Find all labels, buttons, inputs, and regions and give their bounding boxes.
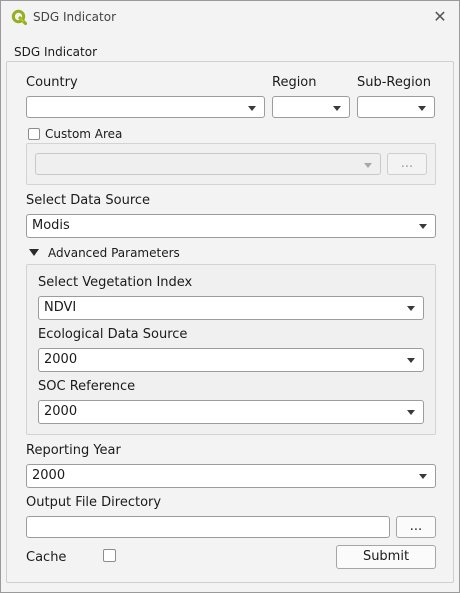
chevron-down-icon bbox=[419, 224, 427, 229]
group-title: SDG Indicator bbox=[14, 45, 97, 59]
output-directory-input[interactable] bbox=[26, 516, 390, 538]
expand-arrow-icon[interactable] bbox=[29, 249, 39, 256]
custom-area-checkbox[interactable] bbox=[28, 128, 40, 140]
subregion-combo[interactable] bbox=[357, 96, 435, 118]
qgis-logo-icon bbox=[11, 9, 27, 25]
soc-reference-label: SOC Reference bbox=[38, 379, 136, 394]
soc-reference-value: 2000 bbox=[44, 404, 78, 419]
vegetation-index-label: Select Vegetation Index bbox=[38, 275, 193, 290]
ecological-source-label: Ecological Data Source bbox=[38, 327, 188, 342]
data-source-combo[interactable]: Modis bbox=[26, 214, 436, 238]
data-source-value: Modis bbox=[32, 218, 70, 233]
close-button[interactable]: ✕ bbox=[429, 7, 451, 27]
reporting-year-value: 2000 bbox=[32, 468, 66, 483]
output-directory-browse-button[interactable]: ... bbox=[396, 516, 436, 538]
country-combo[interactable] bbox=[26, 96, 265, 118]
custom-area-browse-button[interactable]: ... bbox=[387, 153, 427, 175]
chevron-down-icon bbox=[407, 410, 415, 415]
subregion-label: Sub-Region bbox=[357, 75, 431, 90]
reporting-year-combo[interactable]: 2000 bbox=[26, 464, 436, 488]
chevron-down-icon bbox=[248, 106, 256, 111]
chevron-down-icon bbox=[333, 106, 341, 111]
chevron-down-icon bbox=[407, 306, 415, 311]
submit-button[interactable]: Submit bbox=[336, 545, 436, 569]
vegetation-index-value: NDVI bbox=[44, 300, 77, 315]
data-source-label: Select Data Source bbox=[26, 193, 151, 208]
close-icon: ✕ bbox=[433, 7, 447, 26]
vegetation-index-combo[interactable]: NDVI bbox=[38, 296, 424, 320]
advanced-parameters-toggle[interactable]: Advanced Parameters bbox=[48, 246, 180, 260]
custom-area-combo[interactable] bbox=[35, 153, 381, 175]
custom-area-label: Custom Area bbox=[45, 127, 123, 141]
chevron-down-icon bbox=[419, 474, 427, 479]
soc-reference-combo[interactable]: 2000 bbox=[38, 400, 424, 424]
chevron-down-icon bbox=[407, 358, 415, 363]
region-label: Region bbox=[272, 75, 317, 90]
chevron-down-icon bbox=[364, 163, 372, 168]
window-title: SDG Indicator bbox=[33, 10, 116, 24]
output-directory-label: Output File Directory bbox=[26, 495, 162, 510]
cache-checkbox[interactable] bbox=[103, 549, 116, 562]
cache-label: Cache bbox=[26, 550, 67, 565]
region-combo[interactable] bbox=[272, 96, 350, 118]
dialog-window: SDG Indicator ✕ SDG Indicator Country Re… bbox=[0, 0, 460, 593]
chevron-down-icon bbox=[418, 106, 426, 111]
ecological-source-value: 2000 bbox=[44, 352, 78, 367]
reporting-year-label: Reporting Year bbox=[26, 443, 121, 458]
ecological-source-combo[interactable]: 2000 bbox=[38, 348, 424, 372]
title-bar: SDG Indicator ✕ bbox=[1, 1, 459, 34]
country-label: Country bbox=[26, 75, 78, 90]
